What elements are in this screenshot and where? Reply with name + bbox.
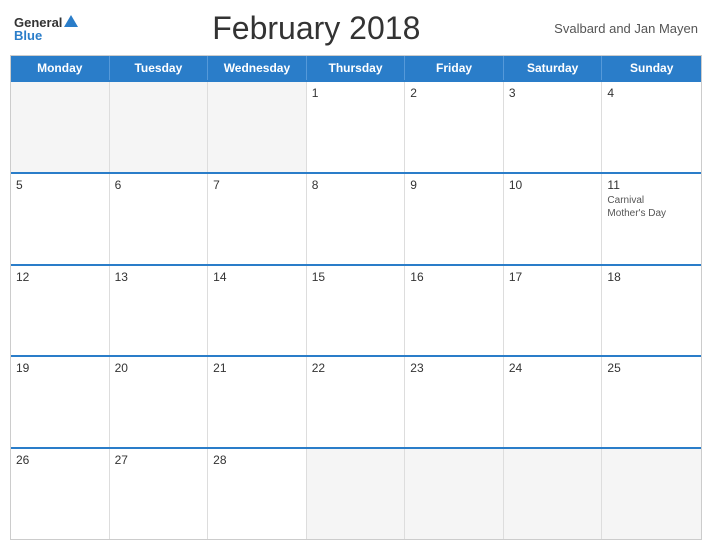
day-cell: 22 bbox=[307, 357, 406, 447]
day-header-sunday: Sunday bbox=[602, 56, 701, 80]
calendar-event: Mother's Day bbox=[607, 207, 696, 220]
day-cell: 8 bbox=[307, 174, 406, 264]
day-number: 27 bbox=[115, 453, 203, 467]
week-row-1: 1234 bbox=[11, 80, 701, 172]
day-number: 24 bbox=[509, 361, 597, 375]
day-number: 3 bbox=[509, 86, 597, 100]
day-number: 13 bbox=[115, 270, 203, 284]
day-cell: 6 bbox=[110, 174, 209, 264]
day-cell: 28 bbox=[208, 449, 307, 539]
calendar-grid: MondayTuesdayWednesdayThursdayFridaySatu… bbox=[10, 55, 702, 540]
day-cell: 21 bbox=[208, 357, 307, 447]
day-cell: 18 bbox=[602, 266, 701, 356]
day-cell bbox=[208, 82, 307, 172]
day-number: 4 bbox=[607, 86, 696, 100]
day-cell: 20 bbox=[110, 357, 209, 447]
calendar-event: Carnival bbox=[607, 194, 696, 207]
day-cell: 16 bbox=[405, 266, 504, 356]
day-cell: 14 bbox=[208, 266, 307, 356]
day-cell: 27 bbox=[110, 449, 209, 539]
day-number: 10 bbox=[509, 178, 597, 192]
day-headers-row: MondayTuesdayWednesdayThursdayFridaySatu… bbox=[11, 56, 701, 80]
calendar-header: General Blue February 2018 Svalbard and … bbox=[10, 10, 702, 47]
day-cell: 9 bbox=[405, 174, 504, 264]
week-row-3: 12 13 14 15 16 17 18 bbox=[11, 264, 701, 356]
day-number: 12 bbox=[16, 270, 104, 284]
day-cell: 26 bbox=[11, 449, 110, 539]
day-number: 8 bbox=[312, 178, 400, 192]
day-cell bbox=[307, 449, 406, 539]
day-number: 28 bbox=[213, 453, 301, 467]
week-row-5: 26 27 28 bbox=[11, 447, 701, 539]
day-cell: 3 bbox=[504, 82, 603, 172]
day-cell: 12 bbox=[11, 266, 110, 356]
day-header-friday: Friday bbox=[405, 56, 504, 80]
day-header-tuesday: Tuesday bbox=[110, 56, 209, 80]
day-cell: 23 bbox=[405, 357, 504, 447]
day-header-thursday: Thursday bbox=[307, 56, 406, 80]
day-cell: 4 bbox=[602, 82, 701, 172]
weeks-container: 1234567891011CarnivalMother's Day1213141… bbox=[11, 80, 701, 539]
day-number: 19 bbox=[16, 361, 104, 375]
day-header-wednesday: Wednesday bbox=[208, 56, 307, 80]
day-cell bbox=[110, 82, 209, 172]
day-cell: 1 bbox=[307, 82, 406, 172]
calendar-page: General Blue February 2018 Svalbard and … bbox=[0, 0, 712, 550]
day-cell: 24 bbox=[504, 357, 603, 447]
day-cell: 25 bbox=[602, 357, 701, 447]
day-cell bbox=[602, 449, 701, 539]
day-cell bbox=[11, 82, 110, 172]
region-label: Svalbard and Jan Mayen bbox=[554, 21, 698, 36]
day-cell: 11 CarnivalMother's Day bbox=[602, 174, 701, 264]
day-cell: 7 bbox=[208, 174, 307, 264]
day-cell bbox=[405, 449, 504, 539]
day-number: 15 bbox=[312, 270, 400, 284]
day-cell bbox=[504, 449, 603, 539]
day-cell: 13 bbox=[110, 266, 209, 356]
logo: General Blue bbox=[14, 16, 78, 42]
day-number: 21 bbox=[213, 361, 301, 375]
month-title: February 2018 bbox=[212, 10, 420, 47]
day-number: 16 bbox=[410, 270, 498, 284]
day-number: 2 bbox=[410, 86, 498, 100]
day-number: 14 bbox=[213, 270, 301, 284]
day-cell: 5 bbox=[11, 174, 110, 264]
day-number: 11 bbox=[607, 178, 696, 192]
day-number: 6 bbox=[115, 178, 203, 192]
day-number: 23 bbox=[410, 361, 498, 375]
week-row-2: 56789 10 11 CarnivalMother's Day bbox=[11, 172, 701, 264]
day-number: 20 bbox=[115, 361, 203, 375]
day-cell: 15 bbox=[307, 266, 406, 356]
day-cell: 17 bbox=[504, 266, 603, 356]
logo-general-text: General bbox=[14, 16, 62, 29]
day-number: 25 bbox=[607, 361, 696, 375]
day-number: 22 bbox=[312, 361, 400, 375]
day-header-monday: Monday bbox=[11, 56, 110, 80]
logo-blue-text: Blue bbox=[14, 29, 42, 42]
day-number: 9 bbox=[410, 178, 498, 192]
day-number: 7 bbox=[213, 178, 301, 192]
day-number: 5 bbox=[16, 178, 104, 192]
day-number: 1 bbox=[312, 86, 400, 100]
day-cell: 19 bbox=[11, 357, 110, 447]
week-row-4: 19 20 21 22 23 24 25 bbox=[11, 355, 701, 447]
day-cell: 10 bbox=[504, 174, 603, 264]
logo-triangle-icon bbox=[64, 15, 78, 27]
day-number: 26 bbox=[16, 453, 104, 467]
day-cell: 2 bbox=[405, 82, 504, 172]
day-number: 18 bbox=[607, 270, 696, 284]
day-number: 17 bbox=[509, 270, 597, 284]
day-header-saturday: Saturday bbox=[504, 56, 603, 80]
